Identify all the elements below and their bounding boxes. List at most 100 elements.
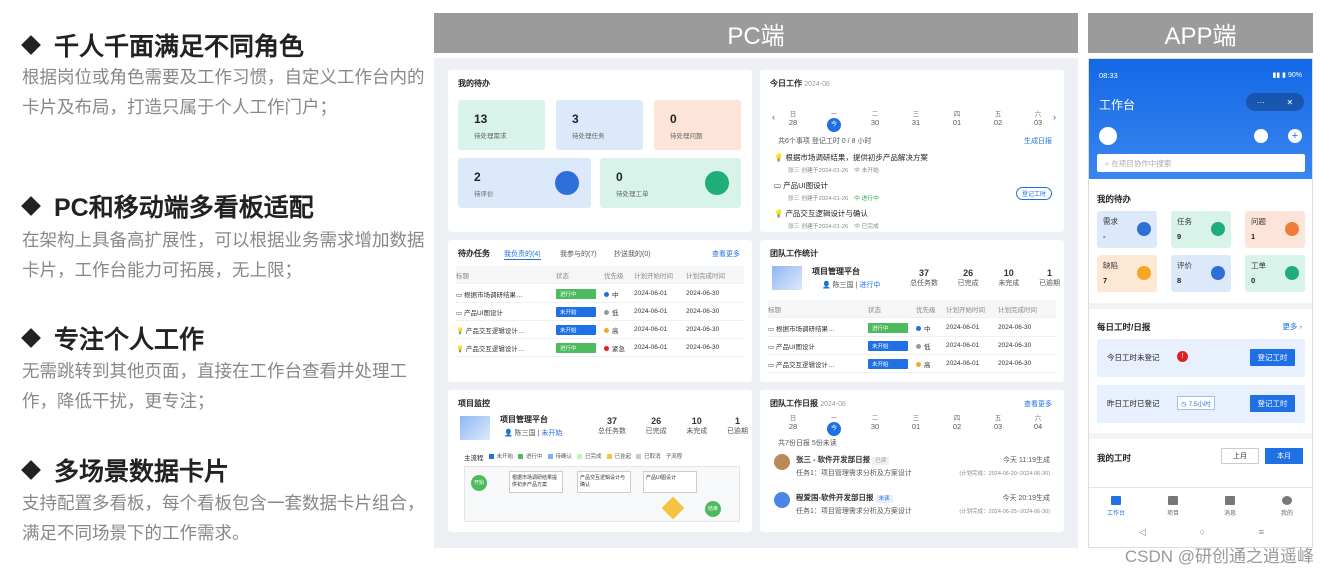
flow-end-node[interactable]: 结束	[705, 501, 721, 517]
daily-report-item[interactable]: 张三 - 软件开发部日报 已读 今天 11:19生成 任务1：项目管理需求分析及…	[774, 452, 1054, 486]
nav-messages[interactable]: 消息	[1210, 496, 1250, 517]
stat-tickets[interactable]: 0 待处理工单	[600, 158, 741, 208]
stat-tasks[interactable]: 3 待处理任务	[556, 100, 643, 150]
log-hours-button[interactable]: 登记工时	[1250, 395, 1295, 412]
diamond-bullet-icon	[21, 196, 41, 216]
my-todo-card: 我的待办 13 待处理需求 3 待处理任务 0 待处理问题 2 待评价 0 待处理工单	[448, 70, 752, 232]
nav-mine[interactable]: 我的	[1267, 496, 1307, 517]
today-item[interactable]: 💡 根据市场调研结果，提供初步产品解决方案	[774, 152, 928, 163]
table-row[interactable]: ▭ 根据市场调研结果… 进行中中 2024-06-01 2024-06-30	[768, 319, 1056, 337]
view-more-link[interactable]: 查看更多	[1024, 399, 1052, 409]
day-cell[interactable]: 日 28	[778, 108, 808, 127]
stat-issues[interactable]: 0 待处理问题	[654, 100, 741, 150]
day-cell[interactable]: 五 03	[983, 412, 1013, 431]
more-link[interactable]: 更多 ›	[1282, 321, 1302, 332]
chevron-left-icon[interactable]: ‹	[772, 112, 775, 122]
table-row[interactable]: ▭ 产品UI图设计 未开始低 2024-06-01 2024-06-30	[768, 337, 1056, 355]
day-cell[interactable]: 三 01	[901, 412, 931, 431]
day-cell[interactable]: 六 04	[1023, 412, 1053, 431]
feature-title-1: 千人千面满足不同角色	[21, 27, 304, 63]
day-cell-selected[interactable]: 一今	[819, 412, 849, 436]
more-icon[interactable]: ···	[1257, 98, 1265, 107]
today-item[interactable]: ▭ 产品UI图设计	[774, 180, 828, 191]
this-month-button[interactable]: 本月	[1265, 448, 1303, 464]
edit-icon	[1211, 266, 1225, 280]
avatar[interactable]	[1099, 127, 1117, 145]
table-header: 标题 状态 优先级 计划开始时间 计划完成时间	[768, 300, 1056, 318]
back-icon[interactable]: ◁	[1139, 527, 1146, 538]
day-cell[interactable]: 三 31	[901, 108, 931, 127]
project-name[interactable]: 项目管理平台	[812, 266, 860, 277]
tile-tasks[interactable]: 任务 9	[1171, 211, 1231, 248]
feature-desc-1: 根据岗位或角色需要及工作习惯，自定义工作台内的卡片及布局，打造只属于个人工作门户…	[22, 67, 425, 117]
daily-report-item[interactable]: 程爱国-软件开发部日报 未读 今天 20:19生成 任务1：项目管理需求分析及方…	[774, 490, 1054, 524]
today-item[interactable]: 💡 产品交互逻辑设计与确认	[774, 208, 868, 219]
day-cell[interactable]: 二 30	[860, 412, 890, 431]
table-row[interactable]: ▭ 产品UI图设计 未开始低 2024-06-01 2024-06-30	[456, 303, 744, 321]
card-title: 项目监控	[458, 399, 490, 408]
search-input[interactable]: ⌕ 在项目协作中搜索	[1097, 154, 1305, 172]
status-time: 08:33	[1099, 71, 1118, 80]
bug-icon	[1137, 266, 1151, 280]
table-row[interactable]: 💡 产品交互逻辑设计… 未开始高 2024-06-01 2024-06-30	[456, 321, 744, 339]
avatar	[774, 492, 790, 508]
table-row[interactable]: ▭ 产品交互逻辑设计… 未开始高 2024-06-01 2024-06-30	[768, 355, 1056, 373]
flow-node[interactable]: 产品交互逻辑设计与确认	[577, 471, 631, 493]
tile-evaluations[interactable]: 评价 8	[1171, 255, 1231, 292]
stat-requirements[interactable]: 13 待处理需求	[458, 100, 545, 150]
pc-header: PC端	[434, 13, 1078, 53]
log-hours-button[interactable]: 登记工时	[1250, 349, 1295, 366]
card-title: 待办任务	[458, 249, 490, 258]
menu-icon[interactable]: ≡	[1259, 527, 1264, 538]
add-icon[interactable]: +	[1288, 129, 1302, 143]
flow-legend: 主流程 未开始 进行中 待确认 已完成 已挂起 已取消 子流程	[464, 454, 683, 462]
tile-tickets[interactable]: 工单 0	[1245, 255, 1305, 292]
project-thumbnail	[772, 266, 802, 290]
pending-tasks-card: 待办任务 我负责的(4) 我参与的(7) 抄送我的(0) 查看更多 标题 状态 优先…	[448, 240, 752, 382]
project-name[interactable]: 项目管理平台	[500, 414, 548, 425]
flow-start-node[interactable]: 开始	[471, 475, 487, 491]
last-month-button[interactable]: 上月	[1221, 448, 1259, 464]
csdn-watermark: CSDN @研创通之逍遥峰	[1124, 547, 1314, 566]
today-work-card: 今日工作 2024-06 ‹ › 日 28 一今 二 30 三 31 四 01 五 02 …	[760, 70, 1064, 232]
day-cell-selected[interactable]: 一今	[819, 108, 849, 132]
nav-workbench[interactable]: 工作台	[1096, 496, 1136, 517]
pc-dashboard: 我的待办 13 待处理需求 3 待处理任务 0 待处理问题 2 待评价 0 待处理工单 今…	[434, 58, 1078, 548]
day-cell[interactable]: 六 03	[1023, 108, 1053, 127]
today-summary: 共6个事项 登记工时 0 / 8 小时	[778, 138, 872, 145]
tab-cc[interactable]: 抄送我的(0)	[614, 249, 651, 259]
tab-participated[interactable]: 我参与的(7)	[560, 249, 597, 259]
day-cell[interactable]: 日 28	[778, 412, 808, 431]
table-row[interactable]: ▭ 根据市场调研结果… 进行中中 2024-06-01 2024-06-30	[456, 285, 744, 303]
stat-evaluations[interactable]: 2 待评价	[458, 158, 591, 208]
app-title: 工作台	[1099, 98, 1136, 112]
card-title: 我的待办	[458, 79, 490, 88]
close-icon[interactable]: ✕	[1286, 98, 1293, 107]
chevron-right-icon[interactable]: ›	[1053, 112, 1056, 122]
tile-requirements[interactable]: 需求 -	[1097, 211, 1157, 248]
tab-mine[interactable]: 我负责的(4)	[504, 249, 541, 260]
table-header: 标题 状态 优先级 计划开始时间 计划完成时间	[456, 266, 744, 284]
flow-diagram: 开始 根据市场调研结果提供初步产品方案 产品交互逻辑设计与确认 产品UI图设计 …	[464, 466, 740, 522]
alert-icon: !	[1177, 351, 1188, 362]
card-title: 今日工作 2024-06	[770, 79, 830, 88]
diamond-bullet-icon	[21, 328, 41, 348]
day-cell[interactable]: 五 02	[983, 108, 1013, 127]
eye-icon[interactable]	[1254, 129, 1268, 143]
tile-defects[interactable]: 缺陷 7	[1097, 255, 1157, 292]
nav-project[interactable]: 项目	[1153, 496, 1193, 517]
doc-icon	[1137, 222, 1151, 236]
generate-report-link[interactable]: 生成日报	[1024, 136, 1052, 146]
flow-decision-node[interactable]	[661, 496, 685, 520]
table-row[interactable]: 💡 产品交互逻辑设计… 进行中 紧急 2024-06-01 2024-06-30	[456, 339, 744, 357]
home-icon[interactable]: ○	[1200, 527, 1205, 538]
day-cell[interactable]: 四 02	[942, 412, 972, 431]
day-cell[interactable]: 四 01	[942, 108, 972, 127]
avatar	[774, 454, 790, 470]
tile-issues[interactable]: 问题 1	[1245, 211, 1305, 248]
view-more-link[interactable]: 查看更多	[712, 249, 740, 259]
flow-node[interactable]: 根据市场调研结果提供初步产品方案	[509, 471, 563, 493]
day-cell[interactable]: 二 30	[860, 108, 890, 127]
log-hours-button[interactable]: 登记工时	[1015, 187, 1052, 200]
flow-node[interactable]: 产品UI图设计	[643, 471, 697, 493]
